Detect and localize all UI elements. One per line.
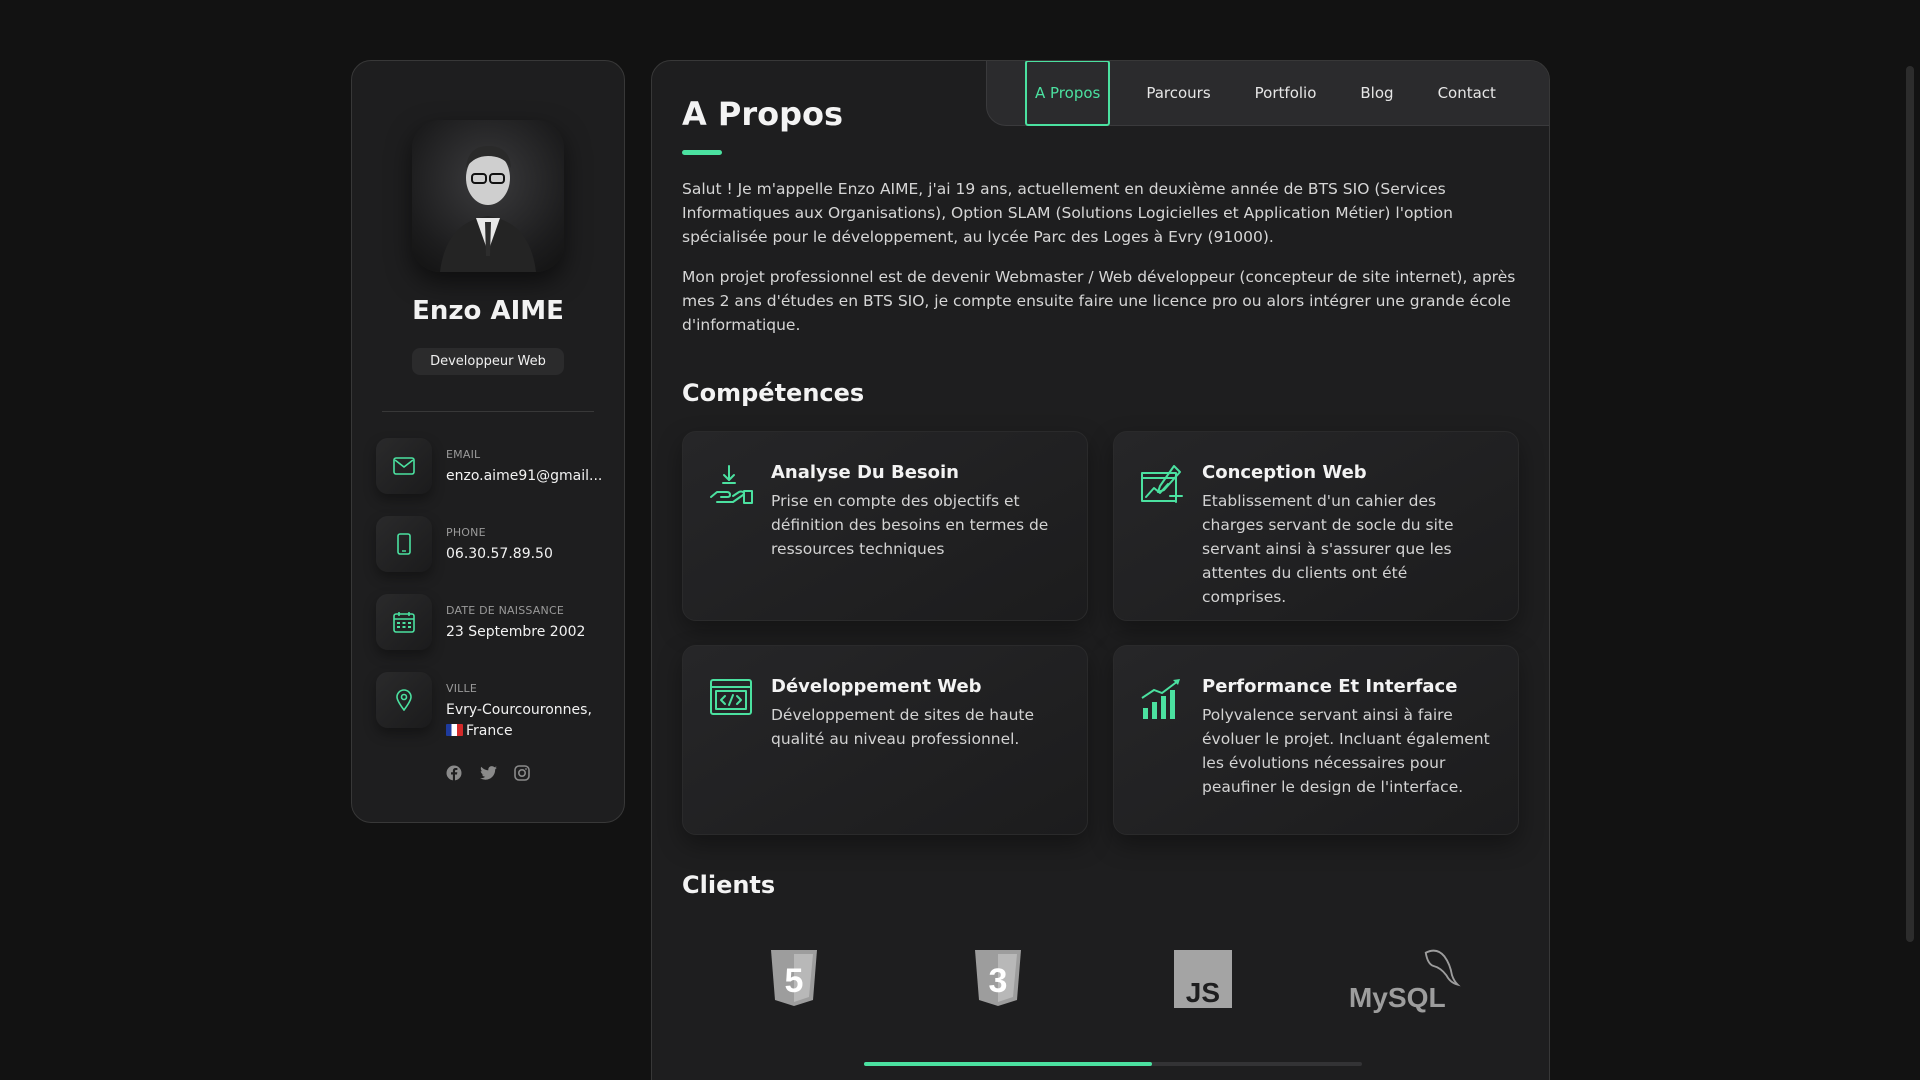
html5-logo[interactable]: 5 <box>734 950 854 1008</box>
separator <box>382 411 594 412</box>
mysql-logo-text: MySQL <box>1349 982 1446 1013</box>
main-panel: A Propos Parcours Portfolio Blog Contact… <box>651 60 1550 1080</box>
clients-carousel[interactable]: 5 3 JS MySQL <box>682 941 1519 1017</box>
skill-description: Etablissement d'un cahier des charges se… <box>1202 492 1454 606</box>
contact-city: Ville Evry-Courcouronnes, France <box>376 672 600 742</box>
clients-scroll-thumb[interactable] <box>863 1062 1153 1066</box>
avatar-portrait <box>440 146 536 272</box>
skill-description: Développement de sites de haute qualité … <box>771 706 1035 748</box>
nav-contact[interactable]: Contact <box>1416 61 1518 126</box>
email-link[interactable]: enzo.aime91@gmail... <box>446 466 602 487</box>
contact-email: Email enzo.aime91@gmail... <box>376 438 602 494</box>
skill-description: Polyvalence servant ainsi à faire évolue… <box>1202 706 1490 796</box>
html5-logo-text: 5 <box>785 962 804 1000</box>
nav-a-propos[interactable]: A Propos <box>1025 61 1111 126</box>
top-navbar: A Propos Parcours Portfolio Blog Contact <box>986 61 1549 126</box>
mail-icon <box>376 438 432 494</box>
country-name: France <box>466 723 513 739</box>
skill-card: Développement Web Développement de sites… <box>682 645 1088 835</box>
skill-description: Prise en compte des objectifs et définit… <box>771 492 1049 558</box>
skill-title: Conception Web <box>1202 462 1367 483</box>
clients-section: Clients 5 3 JS MySQL <box>682 871 1519 1066</box>
skill-title: Performance Et Interface <box>1202 676 1458 697</box>
skill-card: Analyse Du Besoin Prise en compte des ob… <box>682 431 1088 621</box>
birthday-value: 23 Septembre 2002 <box>446 624 586 640</box>
javascript-logo-text: JS <box>1185 977 1219 1008</box>
city-value: Evry-Courcouronnes, France <box>446 700 592 742</box>
contact-label: Email <box>446 448 481 461</box>
css3-logo[interactable]: 3 <box>938 950 1058 1008</box>
skill-card: Conception Web Etablissement d'un cahier… <box>1113 431 1519 621</box>
skill-card: Performance Et Interface Polyvalence ser… <box>1113 645 1519 835</box>
contact-phone: Phone 06.30.57.89.50 <box>376 516 600 572</box>
contact-birthday: Date de naissance 23 Septembre 2002 <box>376 594 600 650</box>
contact-label: Ville <box>446 682 477 695</box>
twitter-icon[interactable] <box>479 764 497 782</box>
skills-title: Compétences <box>682 379 865 407</box>
location-pin-icon <box>376 672 432 728</box>
about-paragraph: Salut ! Je m'appelle Enzo AIME, j'ai 19 … <box>682 180 1453 246</box>
skills-grid: Analyse Du Besoin Prise en compte des ob… <box>682 431 1519 835</box>
phone-link[interactable]: 06.30.57.89.50 <box>446 544 553 565</box>
about-paragraph: Mon projet professionnel est de devenir … <box>682 268 1516 334</box>
skill-title: Analyse Du Besoin <box>771 462 959 483</box>
code-window-icon <box>709 676 753 720</box>
design-pencil-icon <box>1140 462 1184 512</box>
css3-logo-text: 3 <box>989 962 1008 1000</box>
contact-label: Date de naissance <box>446 604 564 617</box>
profile-name: Enzo AIME <box>412 296 564 326</box>
mysql-logo[interactable]: MySQL <box>1347 945 1467 1013</box>
profile-sidebar: Enzo AIME Developpeur Web Email enzo.aim… <box>351 60 625 823</box>
hand-download-icon <box>709 462 753 512</box>
avatar <box>412 120 564 272</box>
page-scrollbar[interactable] <box>1906 66 1914 942</box>
title-underline <box>682 150 722 155</box>
skills-section: Compétences Analyse Du Besoin Prise en c <box>682 379 1519 835</box>
skill-title: Développement Web <box>771 676 982 697</box>
clients-scroll-track[interactable] <box>863 1062 1362 1066</box>
nav-blog[interactable]: Blog <box>1338 61 1415 126</box>
france-flag-icon <box>446 724 463 736</box>
city-name: Evry-Courcouronnes, <box>446 702 592 718</box>
social-links <box>376 764 600 782</box>
calendar-icon <box>376 594 432 650</box>
clients-title: Clients <box>682 871 776 899</box>
profile-title-badge: Developpeur Web <box>412 348 564 375</box>
bar-chart-growth-icon <box>1140 676 1184 724</box>
contact-label: Phone <box>446 526 486 539</box>
nav-portfolio[interactable]: Portfolio <box>1233 61 1339 126</box>
instagram-icon[interactable] <box>513 764 531 782</box>
facebook-icon[interactable] <box>445 764 463 782</box>
about-section: A Propos Salut ! Je m'appelle Enzo AIME,… <box>682 95 1519 337</box>
phone-icon <box>376 516 432 572</box>
nav-parcours[interactable]: Parcours <box>1124 61 1232 126</box>
javascript-logo[interactable]: JS <box>1143 950 1263 1008</box>
